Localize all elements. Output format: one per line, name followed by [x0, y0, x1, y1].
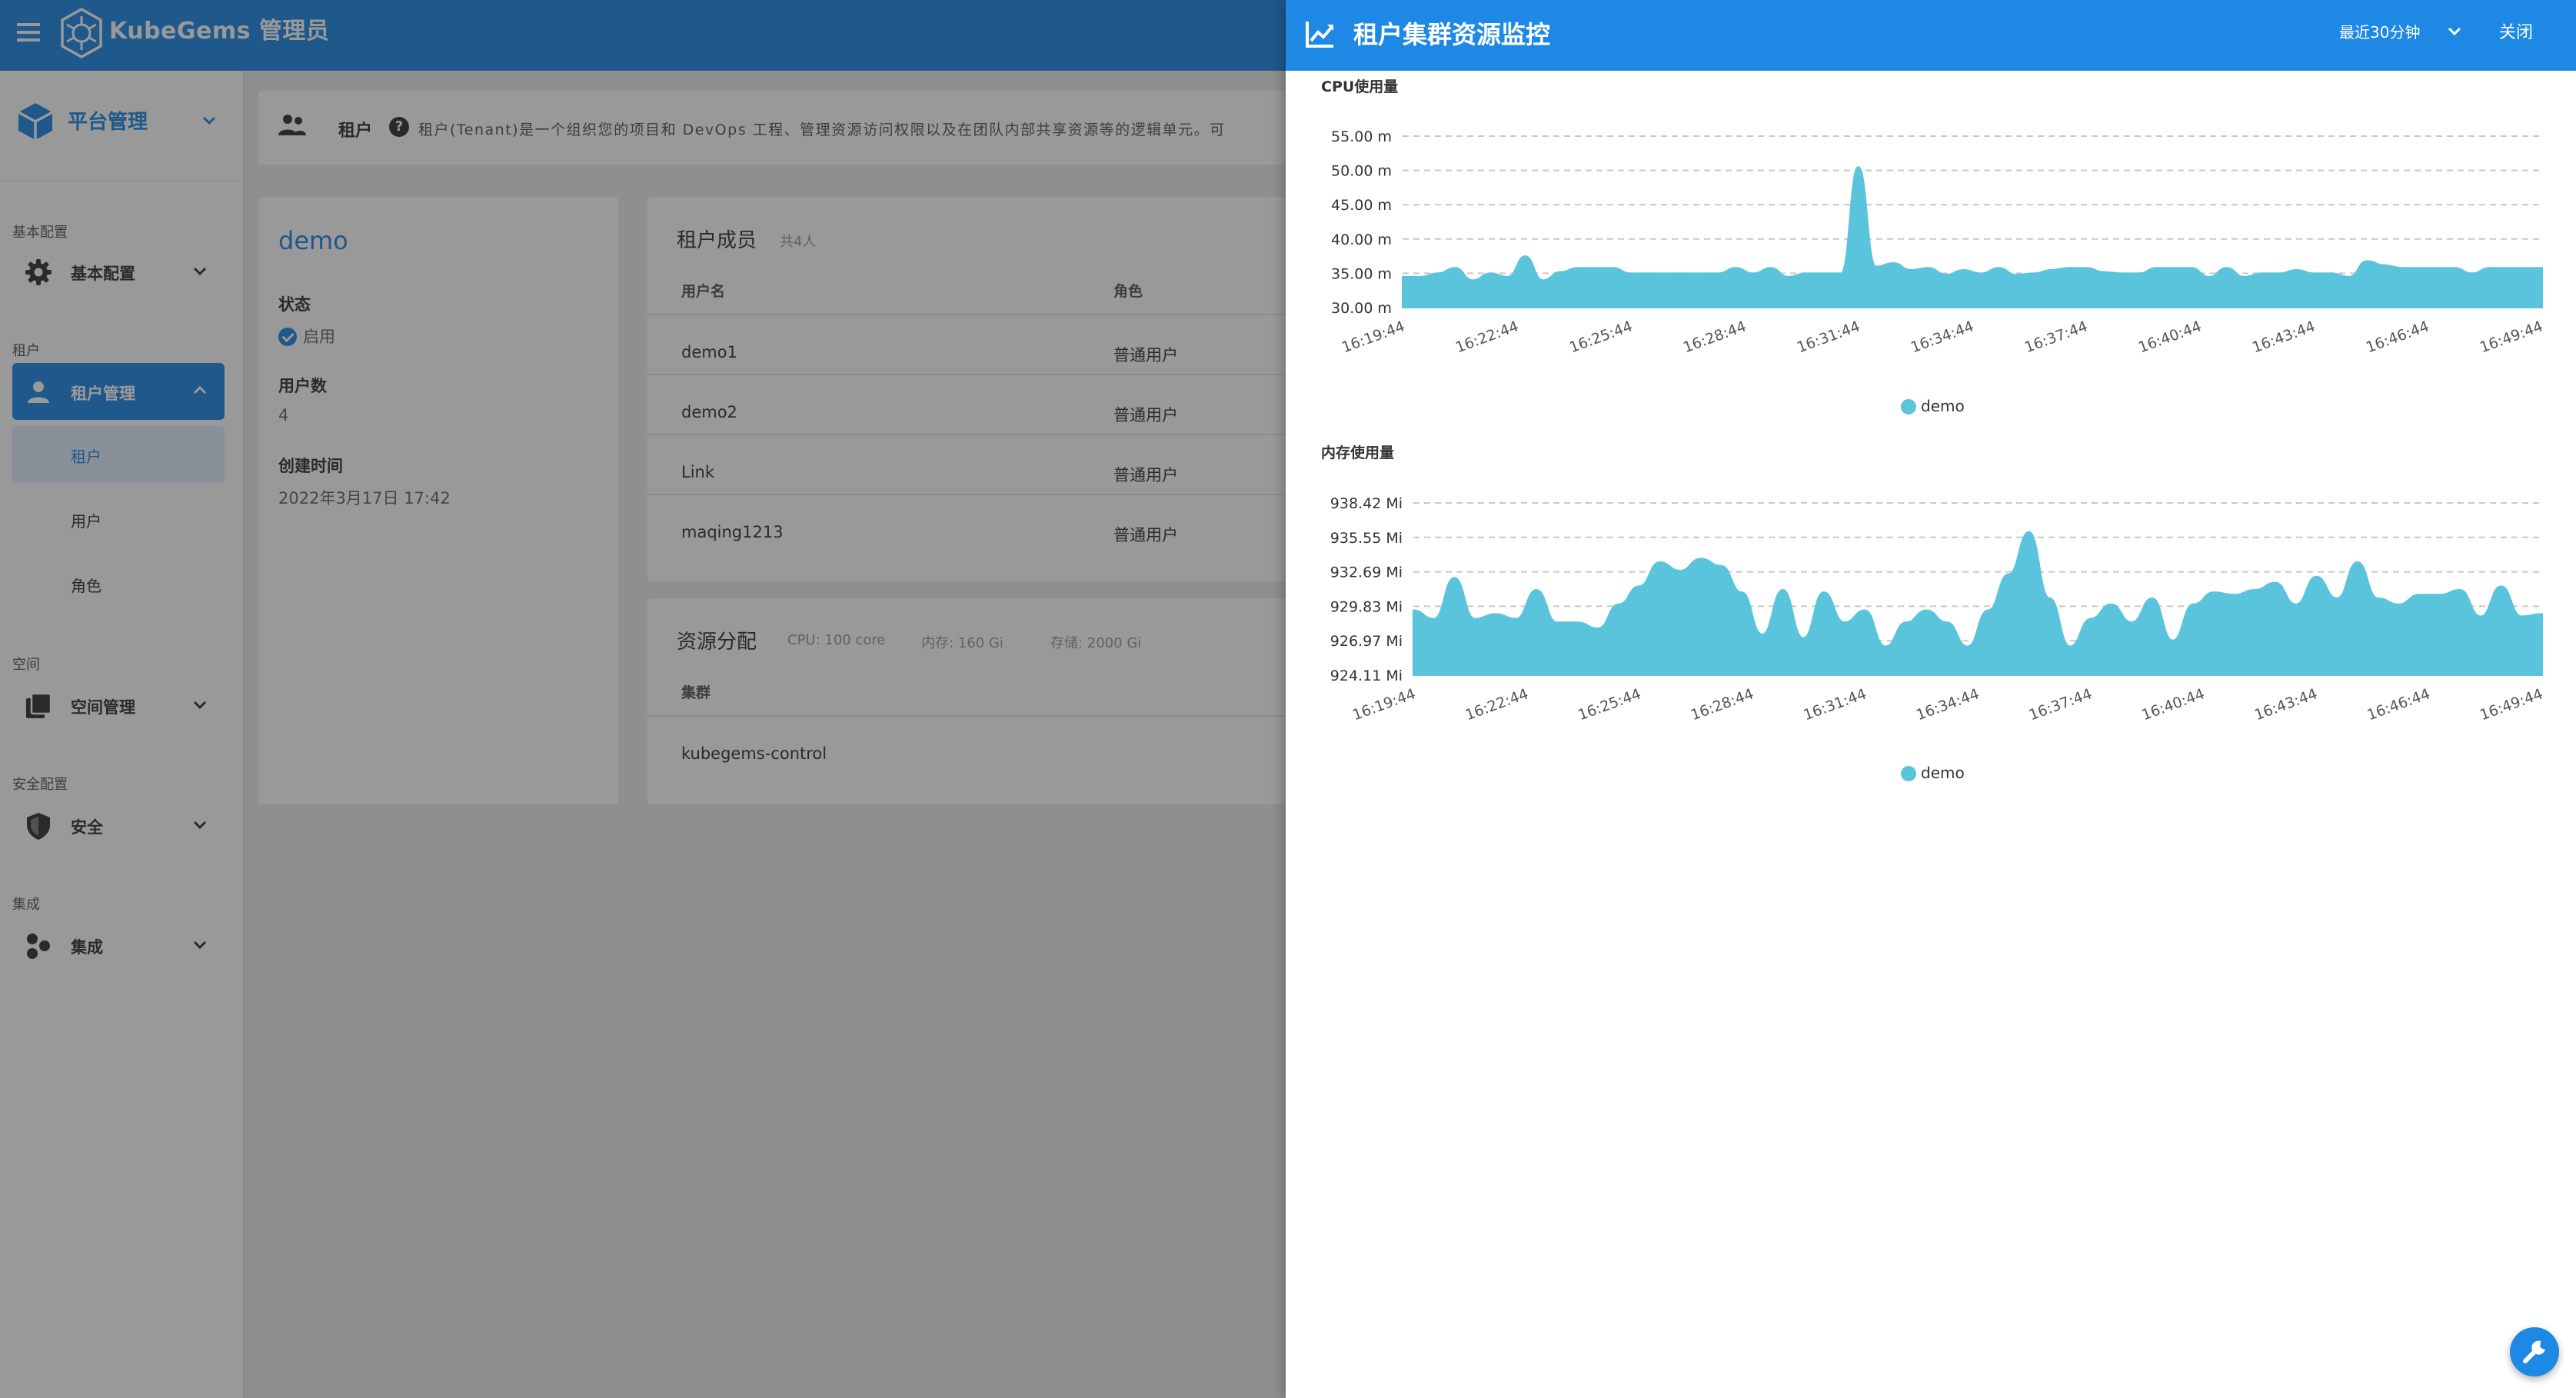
y-tick-label: 932.69 Mi: [1330, 564, 1403, 581]
y-tick-label: 55.00 m: [1331, 128, 1392, 145]
x-tick-label: 16:22:44: [1453, 318, 1521, 356]
y-tick-label: 40.00 m: [1331, 231, 1392, 248]
y-tick-label: 50.00 m: [1331, 163, 1392, 180]
x-tick-label: 16:31:44: [1801, 685, 1869, 724]
series-area-demo: [1413, 531, 2543, 676]
x-tick-label: 16:37:44: [2027, 685, 2095, 724]
x-tick-label: 16:49:44: [2478, 685, 2545, 724]
x-tick-label: 16:46:44: [2365, 685, 2432, 724]
x-tick-label: 16:49:44: [2478, 318, 2545, 356]
monitoring-drawer: 租户集群资源监控 最近30分钟 关闭 CPU使用量 30.00 m 35.00 m…: [1286, 0, 2576, 1398]
drawer-header: 租户集群资源监控 最近30分钟 关闭: [1286, 0, 2576, 71]
drawer-title: 租户集群资源监控: [1353, 20, 1551, 49]
x-tick-label: 16:46:44: [2364, 318, 2431, 356]
wrench-icon: [2523, 1340, 2545, 1363]
y-tick-label: 926.97 Mi: [1330, 633, 1403, 650]
y-tick-label: 935.55 Mi: [1330, 530, 1403, 547]
legend-label: demo: [1921, 764, 1965, 781]
y-tick-label: 929.83 Mi: [1330, 598, 1403, 615]
close-button[interactable]: 关闭: [2499, 18, 2533, 43]
y-tick-label: 938.42 Mi: [1330, 495, 1403, 512]
y-tick-label: 924.11 Mi: [1330, 667, 1403, 684]
x-tick-label: 16:28:44: [1681, 318, 1749, 356]
x-tick-label: 16:43:44: [2250, 318, 2318, 356]
tools-button[interactable]: [2510, 1327, 2559, 1376]
y-tick-label: 30.00 m: [1331, 300, 1392, 317]
x-tick-label: 16:34:44: [1914, 685, 1982, 724]
legend-marker: [1901, 399, 1916, 414]
x-tick-label: 16:25:44: [1576, 685, 1643, 724]
x-tick-label: 16:43:44: [2252, 685, 2320, 724]
y-tick-label: 35.00 m: [1331, 265, 1392, 282]
x-tick-label: 16:31:44: [1795, 318, 1862, 356]
x-tick-label: 16:34:44: [1909, 318, 1976, 356]
x-tick-label: 16:40:44: [2139, 685, 2207, 724]
chevron-down-icon[interactable]: [2445, 22, 2464, 40]
legend-marker: [1901, 766, 1916, 781]
trending-up-icon: [1306, 22, 1333, 48]
x-tick-label: 16:25:44: [1567, 318, 1635, 356]
x-tick-label: 16:22:44: [1463, 685, 1531, 724]
x-tick-label: 16:28:44: [1689, 685, 1756, 724]
time-range-select[interactable]: 最近30分钟: [2339, 20, 2420, 42]
memory-usage-chart: 924.11 Mi 926.97 Mi 929.83 Mi 932.69 Mi 935.…: [1330, 495, 2545, 781]
x-tick-label: 16:19:44: [1340, 318, 1407, 356]
cpu-usage-chart: 30.00 m 35.00 m 40.00 m 45.00 m 50.00 m 55.00…: [1331, 128, 2545, 415]
series-area-demo: [1402, 166, 2543, 308]
x-tick-label: 16:19:44: [1350, 685, 1418, 724]
x-tick-label: 16:40:44: [2136, 318, 2204, 356]
y-tick-label: 45.00 m: [1331, 197, 1392, 214]
x-tick-label: 16:37:44: [2022, 318, 2090, 356]
legend-label: demo: [1921, 397, 1965, 415]
